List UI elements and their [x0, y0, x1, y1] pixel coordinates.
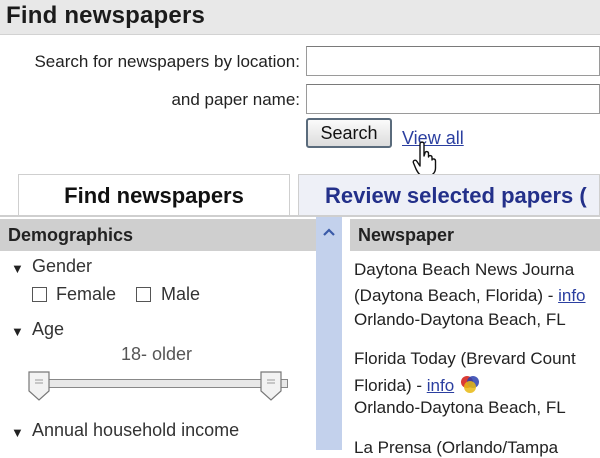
male-checkbox[interactable]: [136, 287, 151, 302]
income-collapse-icon[interactable]: ▼: [11, 425, 24, 440]
demographics-header: Demographics: [0, 219, 316, 251]
income-label: Annual household income: [32, 420, 240, 440]
male-label: Male: [161, 284, 201, 304]
page-title: Find newspapers: [6, 2, 206, 29]
location-input[interactable]: [306, 46, 600, 76]
info-link[interactable]: info: [558, 286, 585, 305]
gender-collapse-icon[interactable]: ▼: [11, 261, 24, 276]
venn-chart-icon[interactable]: [459, 374, 481, 394]
scroll-up-icon[interactable]: [316, 219, 342, 245]
female-checkbox[interactable]: [32, 287, 47, 302]
age-label: Age: [32, 319, 65, 339]
gender-label: Gender: [32, 256, 93, 276]
age-range-text: 18- older: [121, 344, 193, 364]
newspaper-item-market: Orlando-Daytona Beach, FL: [354, 398, 566, 417]
paper-name-label: and paper name:: [171, 90, 300, 109]
age-collapse-icon[interactable]: ▼: [11, 324, 24, 339]
age-slider-min-handle[interactable]: [28, 371, 50, 401]
info-link[interactable]: info: [427, 376, 454, 395]
newspaper-item-market: Orlando-Daytona Beach, FL: [354, 310, 566, 329]
newspaper-item-location: (Daytona Beach, Florida) - info: [354, 286, 586, 305]
title-bar: Find newspapers: [0, 0, 600, 35]
newspaper-item-title[interactable]: La Prensa (Orlando/Tampa: [354, 438, 558, 458]
newspaper-header: Newspaper: [350, 219, 600, 251]
search-button[interactable]: Search: [306, 118, 392, 148]
age-slider-max-handle[interactable]: [260, 371, 282, 401]
female-label: Female: [56, 284, 117, 304]
paper-name-input[interactable]: [306, 84, 600, 114]
tab-find-newspapers[interactable]: Find newspapers: [18, 174, 290, 216]
newspaper-item-location: Florida) - info: [354, 374, 481, 396]
tab-review-selected-papers[interactable]: Review selected papers (: [298, 174, 600, 216]
newspaper-item-title[interactable]: Florida Today (Brevard Count: [354, 349, 576, 369]
location-label: Search for newspapers by location:: [34, 52, 300, 71]
scrollbar[interactable]: [316, 217, 342, 450]
age-slider-track[interactable]: [32, 379, 288, 388]
newspaper-item-title[interactable]: Daytona Beach News Journa: [354, 260, 574, 280]
hand-cursor-icon: [412, 141, 437, 177]
